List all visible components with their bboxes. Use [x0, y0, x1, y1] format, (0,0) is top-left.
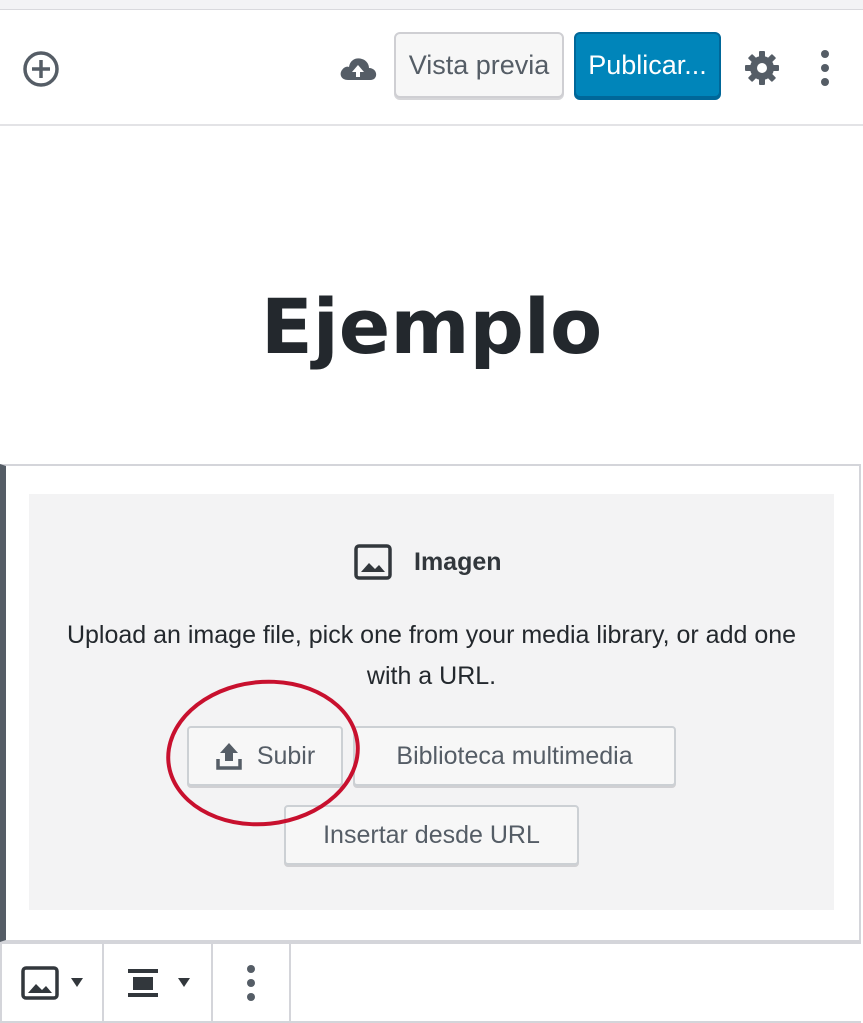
media-library-button[interactable]: Biblioteca multimedia [353, 726, 676, 786]
settings-button[interactable] [740, 46, 784, 90]
insert-url-label: Insertar desde URL [323, 820, 540, 849]
publish-button[interactable]: Publicar... [574, 32, 721, 98]
preview-label: Vista previa [408, 49, 550, 80]
block-toolbar [0, 942, 863, 1023]
cloud-upload-icon [340, 58, 377, 80]
caret-down-icon [71, 977, 83, 987]
gear-icon [745, 51, 779, 85]
insert-from-url-button[interactable]: Insertar desde URL [284, 805, 579, 865]
preview-button[interactable]: Vista previa [394, 32, 564, 98]
image-icon [354, 544, 392, 580]
top-strip [0, 0, 863, 10]
align-center-icon [127, 968, 158, 997]
block-toolbar-spacer [291, 942, 861, 1023]
block-type-switcher[interactable] [0, 942, 104, 1023]
image-block-label: Imagen [354, 544, 502, 580]
publish-label: Publicar... [588, 49, 707, 80]
more-options-button[interactable] [810, 44, 840, 92]
more-vertical-icon [821, 50, 829, 86]
editor-header: Vista previa Publicar... [0, 10, 863, 126]
image-label-text: Imagen [414, 547, 502, 576]
add-block-button[interactable] [18, 46, 64, 92]
image-icon [21, 965, 59, 1000]
image-instructions: Upload an image file, pick one from your… [66, 621, 797, 690]
save-draft-button[interactable] [336, 48, 380, 88]
block-more-options-button[interactable] [213, 942, 291, 1023]
upload-label: Subir [256, 741, 316, 770]
caret-down-icon [177, 977, 190, 987]
plus-circle-icon [23, 51, 59, 87]
alignment-dropdown[interactable] [104, 942, 213, 1023]
more-vertical-icon [247, 964, 255, 1001]
upload-icon [216, 743, 242, 770]
post-title[interactable]: Ejemplo [0, 282, 863, 371]
media-library-label: Biblioteca multimedia [396, 741, 633, 770]
upload-button[interactable]: Subir [187, 726, 343, 786]
